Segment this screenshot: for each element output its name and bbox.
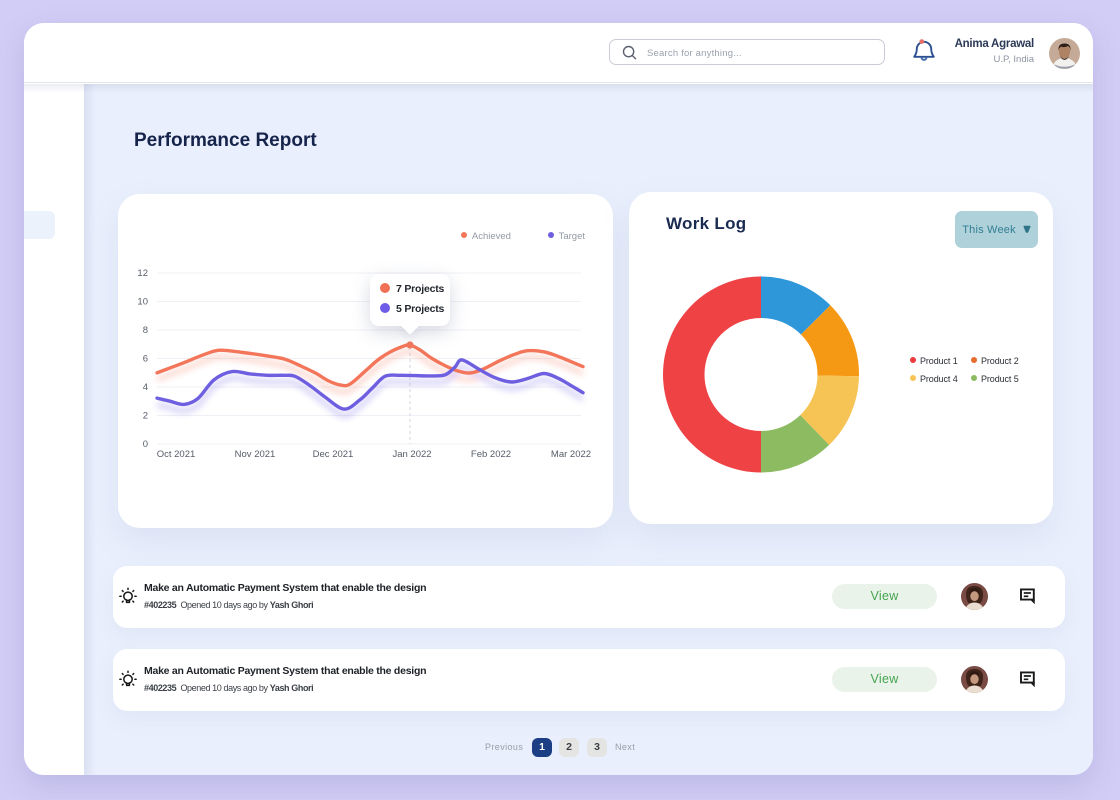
svg-text:6: 6	[143, 354, 148, 365]
svg-text:Feb 2022: Feb 2022	[471, 449, 511, 460]
svg-text:Jan 2022: Jan 2022	[392, 449, 431, 460]
svg-text:10: 10	[137, 297, 148, 308]
svg-text:Oct 2021: Oct 2021	[157, 449, 196, 460]
svg-text:Dec 2021: Dec 2021	[313, 449, 354, 460]
svg-text:Mar 2022: Mar 2022	[551, 449, 591, 460]
svg-text:8: 8	[143, 325, 148, 336]
svg-text:2: 2	[143, 411, 148, 422]
svg-text:4: 4	[143, 382, 148, 393]
svg-text:Nov 2021: Nov 2021	[235, 449, 276, 460]
svg-text:0: 0	[143, 439, 148, 450]
svg-text:12: 12	[137, 268, 148, 279]
